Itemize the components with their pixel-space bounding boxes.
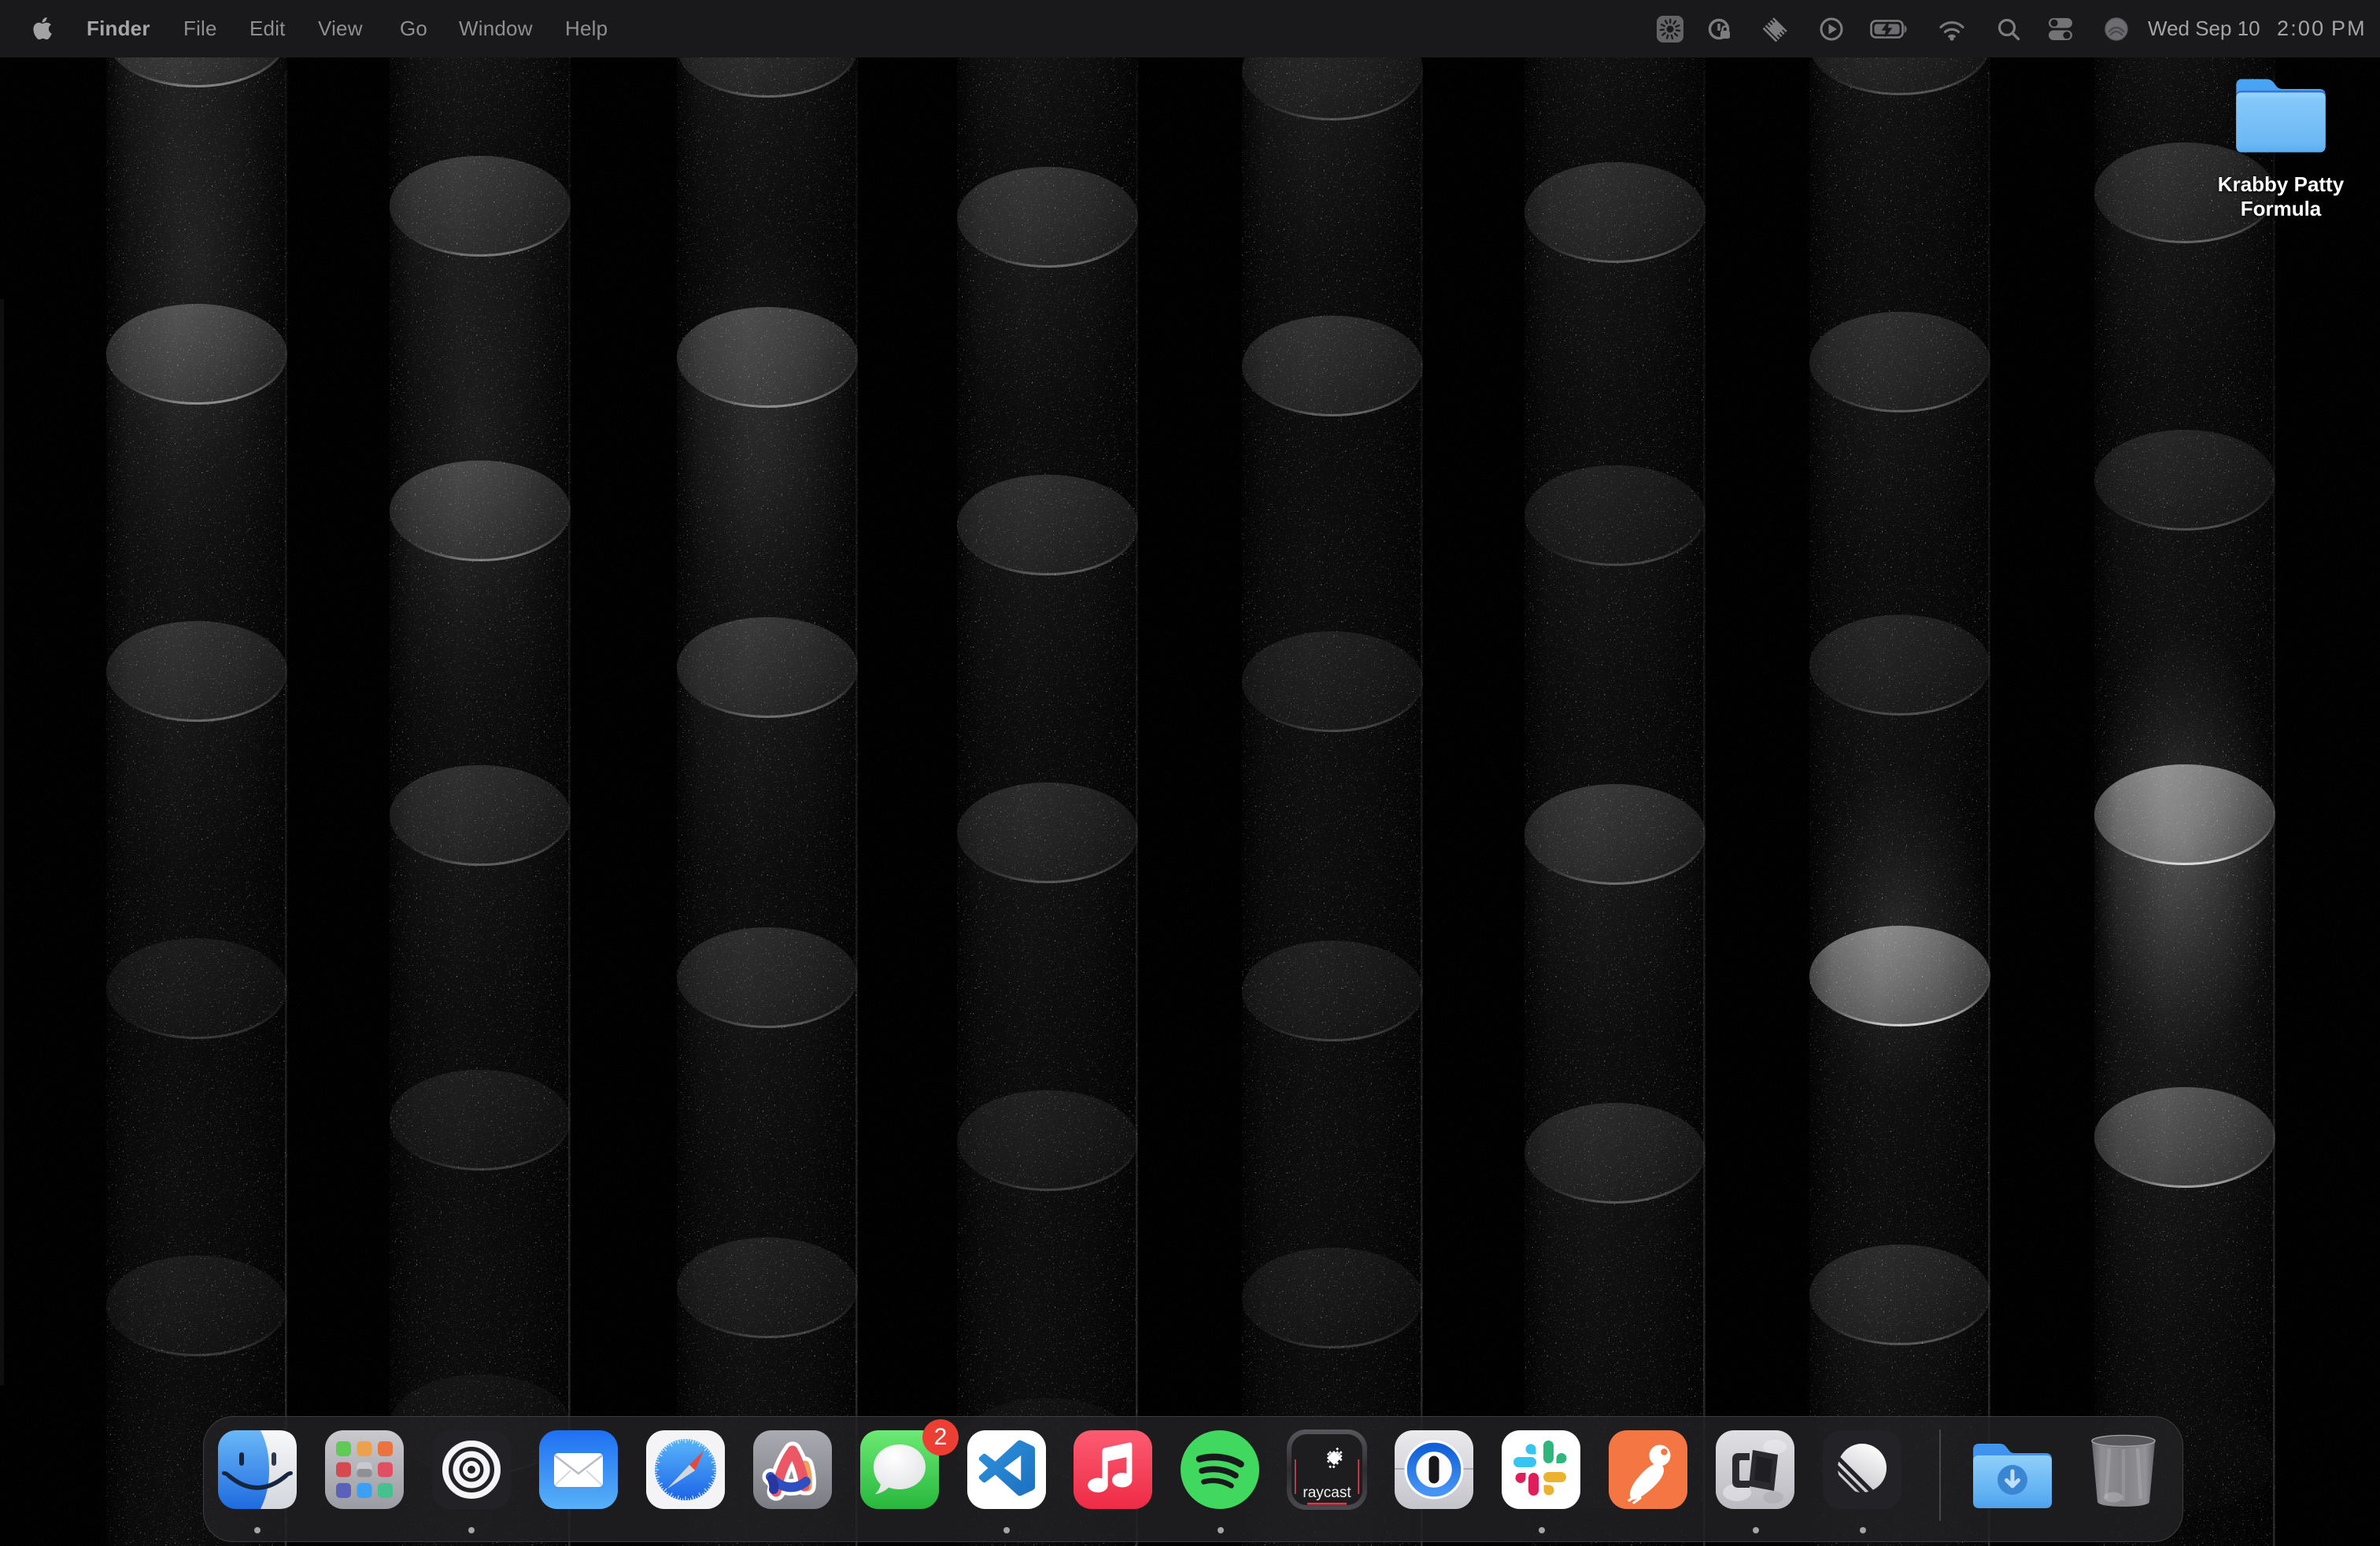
svg-text:raycast: raycast bbox=[1303, 1485, 1351, 1501]
